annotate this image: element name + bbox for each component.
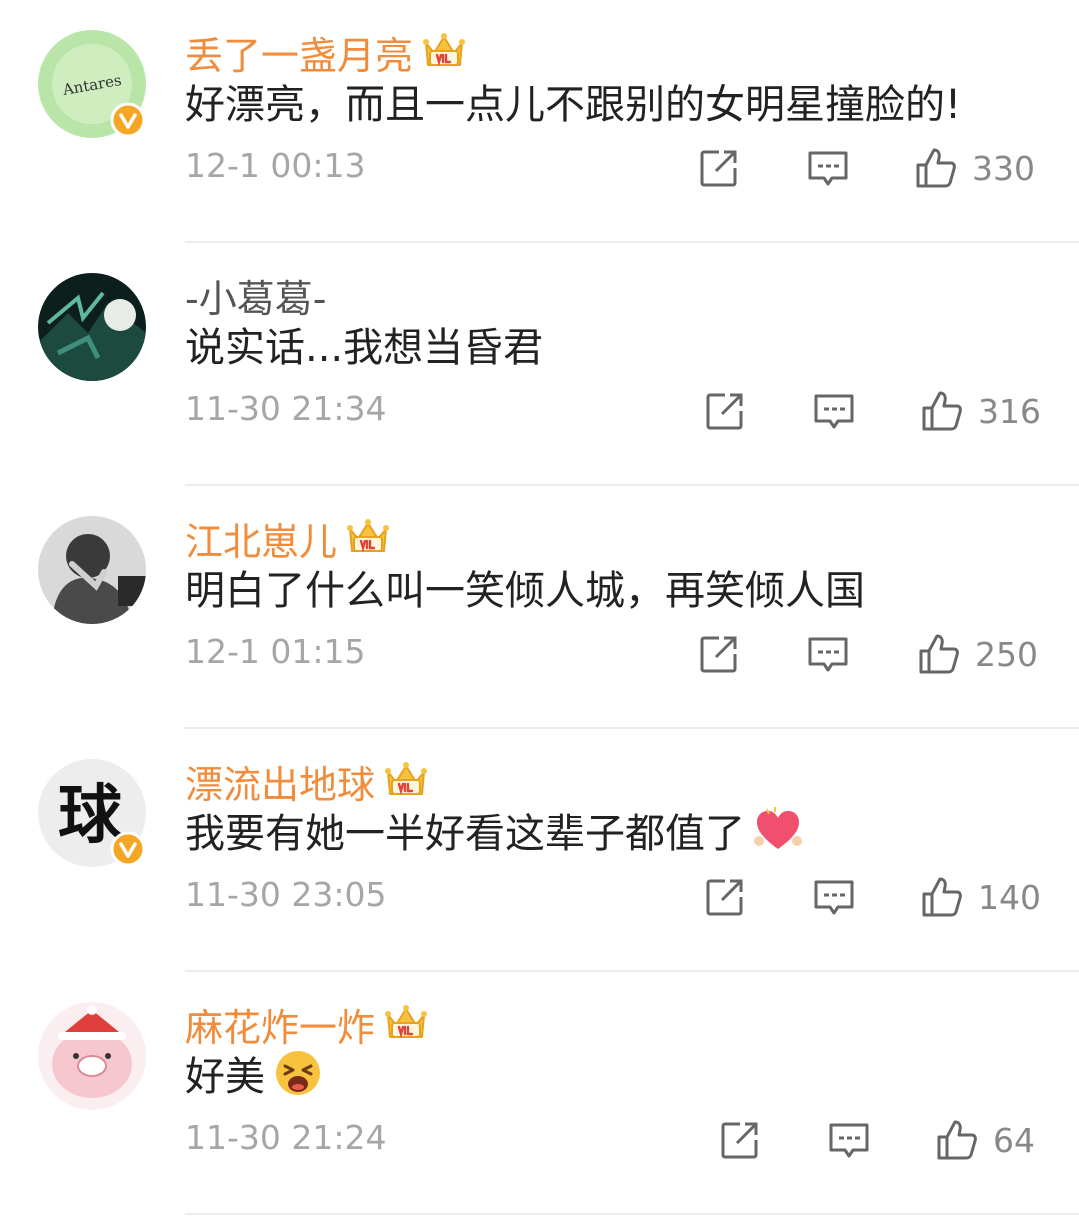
like-count: 140 <box>978 877 1041 917</box>
like-count: 330 <box>972 148 1035 188</box>
divider <box>185 1213 1079 1215</box>
reply-button[interactable] <box>827 1118 871 1162</box>
avatar[interactable] <box>38 516 146 624</box>
timestamp: 11-30 21:34 <box>185 389 387 428</box>
avatar[interactable] <box>38 273 146 381</box>
share-button[interactable] <box>718 1118 762 1162</box>
comment-item: 江北崽儿 明白了什么叫一笑倾人城，再笑倾人国 12-1 01:15 250 <box>0 486 1079 729</box>
comment-item: Antares 丢了一盏月亮 好漂亮，而且一点儿不跟别的女明星撞脸的! 12-1… <box>0 0 1079 243</box>
comment-item: -小葛葛- 说实话...我想当昏君 11-30 21:34 316 <box>0 243 1079 486</box>
like-button[interactable]: 140 <box>920 875 1041 919</box>
like-count: 316 <box>978 391 1041 431</box>
share-button[interactable] <box>697 632 741 676</box>
timestamp: 11-30 23:05 <box>185 875 387 914</box>
thumbs-up-icon <box>920 875 964 919</box>
verified-badge-icon <box>110 102 146 138</box>
like-button[interactable]: 316 <box>920 389 1041 433</box>
share-button[interactable] <box>703 389 747 433</box>
comment-text: 说实话...我想当昏君 <box>185 325 544 371</box>
crown-icon <box>383 1001 429 1047</box>
comment-text: 好美 <box>185 1054 265 1100</box>
share-icon <box>703 875 747 919</box>
comment-icon <box>812 875 856 919</box>
heart-emoji-icon <box>754 807 802 849</box>
comment-icon <box>806 146 850 190</box>
reply-button[interactable] <box>806 632 850 676</box>
like-button[interactable]: 330 <box>914 146 1035 190</box>
comment-icon <box>812 389 856 433</box>
share-icon <box>703 389 747 433</box>
timestamp: 11-30 21:24 <box>185 1118 387 1157</box>
avatar[interactable] <box>38 1002 146 1110</box>
comment-item: 麻花炸一炸 好美 11-30 21:24 64 <box>0 972 1079 1215</box>
comment-icon <box>806 632 850 676</box>
thumbs-up-icon <box>914 146 958 190</box>
share-button[interactable] <box>703 875 747 919</box>
reply-button[interactable] <box>812 875 856 919</box>
share-icon <box>697 632 741 676</box>
comment-item: 球 漂流出地球 我要有她一半好看这辈子都值了 11-30 23:05 140 <box>0 729 1079 972</box>
like-button[interactable]: 250 <box>917 632 1038 676</box>
reply-button[interactable] <box>806 146 850 190</box>
comment-text: 我要有她一半好看这辈子都值了 <box>185 811 745 857</box>
comment-icon <box>827 1118 871 1162</box>
verified-badge-icon <box>110 831 146 867</box>
like-button[interactable]: 64 <box>935 1118 1035 1162</box>
timestamp: 12-1 00:13 <box>185 146 366 185</box>
comment-text: 好漂亮，而且一点儿不跟别的女明星撞脸的! <box>185 82 962 128</box>
comment-text: 明白了什么叫一笑倾人城，再笑倾人国 <box>185 568 865 614</box>
timestamp: 12-1 01:15 <box>185 632 366 671</box>
share-icon <box>718 1118 762 1162</box>
share-icon <box>697 146 741 190</box>
thumbs-up-icon <box>917 632 961 676</box>
share-button[interactable] <box>697 146 741 190</box>
like-count: 64 <box>993 1120 1035 1160</box>
like-count: 250 <box>975 634 1038 674</box>
crying-emoji-icon <box>276 1051 320 1095</box>
thumbs-up-icon <box>935 1118 979 1162</box>
reply-button[interactable] <box>812 389 856 433</box>
thumbs-up-icon <box>920 389 964 433</box>
